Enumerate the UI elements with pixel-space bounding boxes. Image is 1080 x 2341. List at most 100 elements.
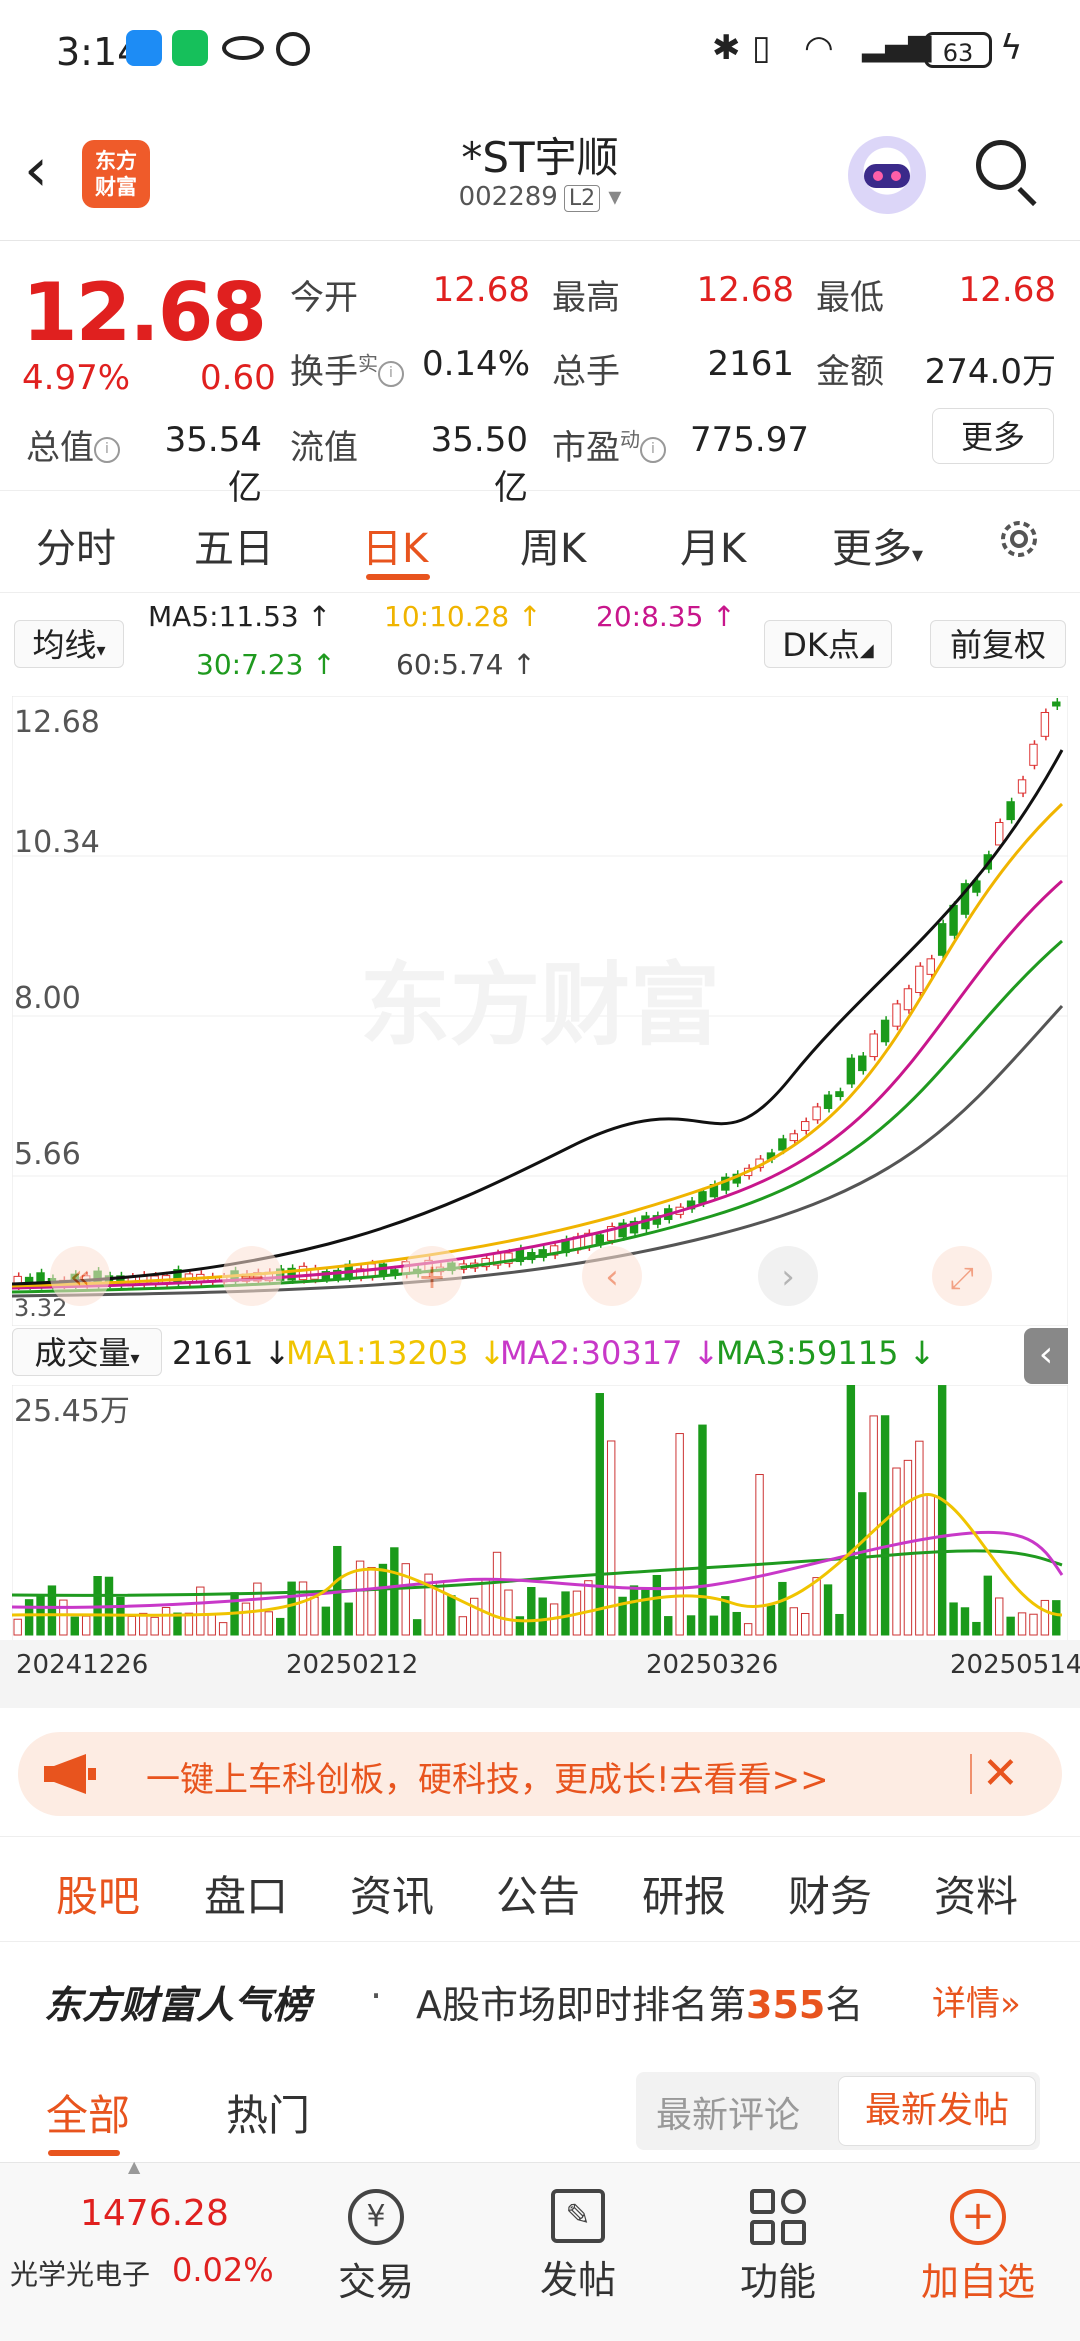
zoom-in-icon[interactable]: + <box>418 1257 447 1297</box>
high-label: 最高 <box>552 278 620 318</box>
prev-icon[interactable]: ‹ <box>605 1257 619 1297</box>
sector-name[interactable]: 光学光电子 <box>10 2253 150 2293</box>
caret-up-icon: ▲ <box>128 2157 141 2176</box>
sort-latest-comment[interactable]: 最新评论 <box>656 2086 800 2138</box>
popularity-rank[interactable]: 东方财富人气榜 · A股市场即时排名第355名 详情» <box>0 1950 1080 2040</box>
grid-icon <box>750 2189 806 2245</box>
volume-bar <box>835 1613 844 1636</box>
nav-add-watchlist[interactable]: + 加自选 <box>908 2189 1048 2306</box>
volume-bar <box>161 1606 171 1636</box>
candle <box>835 1091 844 1098</box>
tab-hot[interactable]: 热门 <box>226 2082 310 2143</box>
adjust-button[interactable]: 前复权 <box>930 620 1066 668</box>
candle <box>937 923 947 956</box>
tab-profile[interactable]: 资料 <box>934 1863 1018 1924</box>
tab-pankou[interactable]: 盘口 <box>204 1863 288 1924</box>
volume-bar <box>755 1474 764 1636</box>
fullscreen-icon[interactable]: ⤢ <box>950 1261 974 1296</box>
tab-research[interactable]: 研报 <box>642 1863 726 1924</box>
volume-bar <box>789 1607 799 1636</box>
eye-icon <box>222 36 264 60</box>
volume-bar <box>686 1615 696 1636</box>
collapse-panel-icon[interactable]: ‹ <box>1024 1328 1068 1384</box>
nav-functions[interactable]: 功能 <box>708 2189 848 2306</box>
volume-bar <box>664 1616 673 1636</box>
volume-bar <box>983 1575 993 1636</box>
tab-monthly-k[interactable]: 月K <box>680 516 746 574</box>
assistant-robot-icon[interactable] <box>848 136 926 214</box>
more-button[interactable]: 更多 <box>932 408 1054 464</box>
candle <box>1017 779 1027 794</box>
volume-bar <box>892 1467 901 1636</box>
pe-label[interactable]: 市盈动 i <box>552 420 666 469</box>
active-tab-indicator <box>48 2150 120 2156</box>
turnover-label[interactable]: 换手实 i <box>290 344 404 393</box>
volume-bar <box>1040 1599 1050 1636</box>
tab-weekly-k[interactable]: 周K <box>520 516 586 574</box>
volume-bar <box>858 1492 867 1636</box>
turnover-value: 0.14% <box>421 344 530 384</box>
volume-bar <box>1052 1600 1061 1636</box>
volume-bar <box>276 1617 285 1636</box>
candle <box>778 1138 787 1151</box>
rewind-icon[interactable]: « <box>70 1257 91 1297</box>
tab-finance[interactable]: 财务 <box>788 1863 872 1924</box>
volume-bar <box>447 1595 456 1636</box>
volume-max-label: 25.45万 <box>14 1394 130 1429</box>
volume-bar <box>743 1623 753 1636</box>
volume-bar <box>709 1615 719 1636</box>
tab-guba[interactable]: 股吧 <box>56 1863 140 1924</box>
sector-index-value[interactable]: 1476.28 <box>80 2193 229 2234</box>
dropdown-icon[interactable]: ▾ <box>608 182 621 212</box>
candle <box>812 1106 821 1121</box>
dk-point-button[interactable]: DK点◢ <box>764 620 892 668</box>
ma10-label: 10:10.28 ↑ <box>384 600 542 633</box>
volume-bar <box>127 1615 137 1636</box>
battery-icon: 63 <box>924 32 992 68</box>
zoom-out-icon[interactable]: − <box>238 1257 267 1297</box>
volume-bar <box>1017 1612 1027 1636</box>
level2-badge: L2 <box>563 185 601 212</box>
tab-news[interactable]: 资讯 <box>350 1863 434 1924</box>
back-icon[interactable]: ‹ <box>24 140 48 200</box>
vol-ma2: MA2:30317 ↓ <box>500 1334 720 1372</box>
volume-bar <box>641 1588 650 1636</box>
promo-banner[interactable]: 一键上车科创板，硬科技，更成长!去看看>> ✕ <box>18 1732 1062 1816</box>
candle <box>698 1191 707 1204</box>
tab-five-day[interactable]: 五日 <box>194 516 274 574</box>
settings-gear-icon[interactable] <box>994 514 1044 564</box>
banner-text[interactable]: 一键上车科创板，硬科技，更成长!去看看>> <box>146 1752 829 1801</box>
tab-more[interactable]: 更多▾ <box>832 516 923 574</box>
trade-icon: ¥ <box>348 2189 404 2245</box>
tab-daily-k[interactable]: 日K <box>362 516 428 574</box>
volume-bar <box>253 1582 262 1636</box>
volume-bar <box>1029 1613 1038 1636</box>
search-icon[interactable] <box>976 140 1026 190</box>
ma-select[interactable]: 均线▾ <box>14 620 124 668</box>
sort-latest-post[interactable]: 最新发帖 <box>838 2076 1036 2146</box>
tab-announcements[interactable]: 公告 <box>496 1863 580 1924</box>
candlestick-chart[interactable]: 东方财富 12.68 10.34 8.00 5.66 3.32 « − + ‹ … <box>12 696 1068 1326</box>
rank-detail-link[interactable]: 详情» <box>932 1976 1021 2025</box>
volume-select[interactable]: 成交量▾ <box>12 1328 162 1376</box>
mktcap-label[interactable]: 总值 i <box>26 420 120 469</box>
nav-trade[interactable]: ¥ 交易 <box>306 2189 446 2306</box>
volume-chart[interactable]: 25.45万 <box>12 1385 1068 1645</box>
volume-bar <box>378 1563 388 1636</box>
volume-bar <box>13 1618 22 1636</box>
app-notification-icon <box>126 30 162 66</box>
stock-code-row[interactable]: 002289 L2 ▾ <box>340 182 740 212</box>
volume-bar <box>584 1580 593 1636</box>
candle <box>869 1033 878 1058</box>
candle <box>1006 801 1015 821</box>
amount-label: 金额 <box>816 352 884 392</box>
volume-bar <box>880 1415 890 1636</box>
candle <box>995 822 1004 846</box>
tab-all[interactable]: 全部 <box>46 2082 130 2143</box>
tab-intraday[interactable]: 分时 <box>36 516 116 574</box>
watermark: 东方财富 <box>360 953 720 1058</box>
nav-post[interactable]: ✎ 发帖 <box>508 2189 648 2304</box>
close-icon[interactable]: ✕ <box>982 1748 1019 1799</box>
rank-number: 355 <box>746 1983 826 2027</box>
next-icon[interactable]: › <box>781 1257 795 1297</box>
